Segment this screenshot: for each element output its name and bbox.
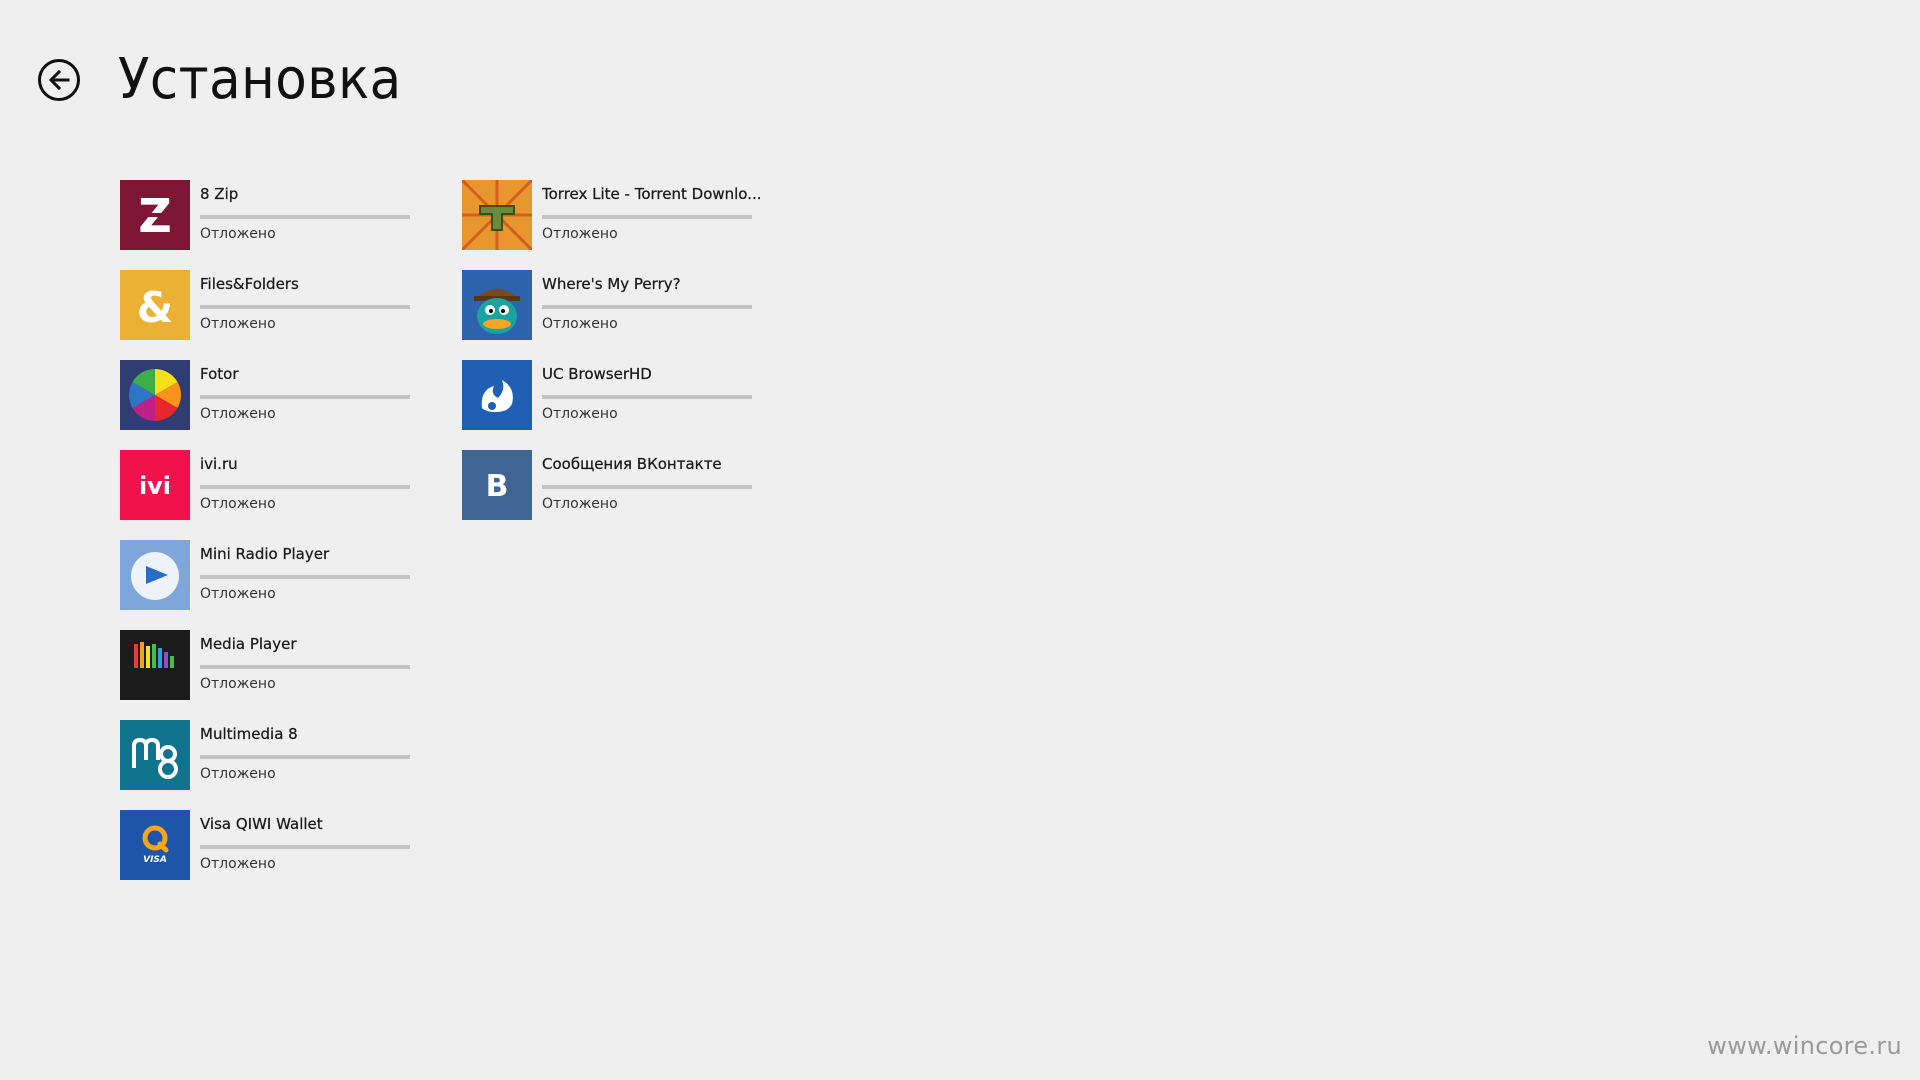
app-name: Multimedia 8 bbox=[200, 725, 298, 743]
progress-bar bbox=[200, 575, 410, 579]
install-status: Отложено bbox=[542, 226, 618, 242]
progress-bar bbox=[200, 485, 410, 489]
progress-bar bbox=[542, 485, 752, 489]
progress-bar bbox=[542, 305, 752, 309]
install-item[interactable]: B Сообщения ВКонтакте Отложено bbox=[462, 450, 787, 520]
install-item[interactable]: & Files&Folders Отложено bbox=[120, 270, 445, 340]
install-status: Отложено bbox=[200, 766, 276, 782]
progress-bar bbox=[200, 395, 410, 399]
progress-bar bbox=[542, 395, 752, 399]
install-item[interactable]: Fotor Отложено bbox=[120, 360, 445, 430]
app-name: UC BrowserHD bbox=[542, 365, 652, 383]
app-name: 8 Zip bbox=[200, 185, 239, 203]
app-name: Torrex Lite - Torrent Downlo... bbox=[542, 185, 762, 203]
app-name: Сообщения ВКонтакте bbox=[542, 455, 722, 473]
progress-bar bbox=[200, 665, 410, 669]
install-status: Отложено bbox=[200, 676, 276, 692]
back-button[interactable] bbox=[38, 59, 80, 101]
install-status: Отложено bbox=[542, 406, 618, 422]
app-name: Files&Folders bbox=[200, 275, 299, 293]
app-name: Fotor bbox=[200, 365, 239, 383]
install-status: Отложено bbox=[200, 586, 276, 602]
install-item[interactable]: Mini Radio Player Отложено bbox=[120, 540, 445, 610]
install-item[interactable]: UC BrowserHD Отложено bbox=[462, 360, 787, 430]
files-folders-icon: & bbox=[120, 270, 190, 340]
install-status: Отложено bbox=[542, 496, 618, 512]
progress-bar bbox=[542, 215, 752, 219]
mini-radio-icon bbox=[120, 540, 190, 610]
fotor-icon bbox=[120, 360, 190, 430]
svg-text:VISA: VISA bbox=[143, 855, 167, 865]
install-item[interactable]: Torrex Lite - Torrent Downlo... Отложено bbox=[462, 180, 787, 250]
progress-bar bbox=[200, 755, 410, 759]
install-item[interactable]: Z 8 Zip Отложено bbox=[120, 180, 445, 250]
uc-browser-icon bbox=[462, 360, 532, 430]
multimedia8-icon bbox=[120, 720, 190, 790]
install-status: Отложено bbox=[200, 316, 276, 332]
8zip-icon: Z bbox=[120, 180, 190, 250]
torrex-icon bbox=[462, 180, 532, 250]
qiwi-icon: VISA bbox=[120, 810, 190, 880]
svg-text:&: & bbox=[137, 283, 174, 332]
page-title: Установка bbox=[118, 47, 402, 112]
install-item[interactable]: Media Player Отложено bbox=[120, 630, 445, 700]
install-item[interactable]: Where's My Perry? Отложено bbox=[462, 270, 787, 340]
install-status: Отложено bbox=[200, 406, 276, 422]
app-name: Media Player bbox=[200, 635, 297, 653]
install-status: Отложено bbox=[200, 856, 276, 872]
vk-icon: B bbox=[462, 450, 532, 520]
ivi-icon: ivi bbox=[120, 450, 190, 520]
install-page: Установка Z 8 Zip Отложено & Files&Folde… bbox=[0, 0, 1920, 1080]
progress-bar bbox=[200, 845, 410, 849]
app-name: Where's My Perry? bbox=[542, 275, 681, 293]
app-name: Mini Radio Player bbox=[200, 545, 330, 563]
watermark: www.wincore.ru bbox=[1707, 1032, 1902, 1060]
install-status: Отложено bbox=[542, 316, 618, 332]
svg-text:B: B bbox=[486, 469, 509, 504]
svg-text:ivi: ivi bbox=[139, 472, 171, 500]
install-status: Отложено bbox=[200, 226, 276, 242]
install-column-2: Torrex Lite - Torrent Downlo... Отложено… bbox=[462, 180, 787, 540]
progress-bar bbox=[200, 215, 410, 219]
perry-icon bbox=[462, 270, 532, 340]
install-item[interactable]: Multimedia 8 Отложено bbox=[120, 720, 445, 790]
media-player-icon bbox=[120, 630, 190, 700]
install-column-1: Z 8 Zip Отложено & Files&Folders Отложен… bbox=[120, 180, 445, 900]
app-name: ivi.ru bbox=[200, 455, 238, 473]
install-status: Отложено bbox=[200, 496, 276, 512]
progress-bar bbox=[200, 305, 410, 309]
install-item[interactable]: ivi ivi.ru Отложено bbox=[120, 450, 445, 520]
back-arrow-icon bbox=[48, 69, 70, 91]
app-name: Visa QIWI Wallet bbox=[200, 815, 323, 833]
install-item[interactable]: VISA Visa QIWI Wallet Отложено bbox=[120, 810, 445, 880]
